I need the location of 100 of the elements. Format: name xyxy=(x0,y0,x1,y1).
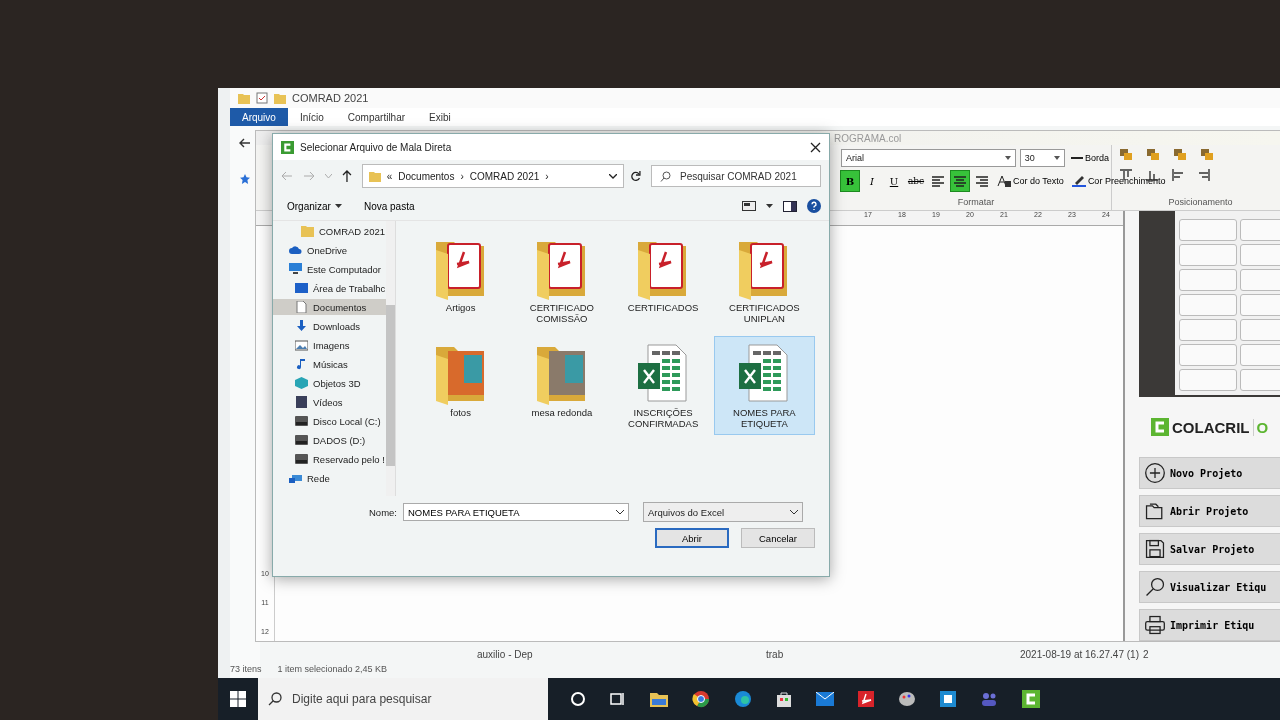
ribbon-tab[interactable]: Compartilhar xyxy=(335,108,418,126)
browser-icon[interactable] xyxy=(734,690,752,708)
group-label: Formatar xyxy=(956,197,996,209)
search-field[interactable]: Digite aqui para pesquisar xyxy=(258,678,548,720)
nav-item[interactable]: Imagens xyxy=(273,337,386,353)
layer-icon[interactable] xyxy=(1120,149,1133,162)
preview-project-button[interactable]: Visualizar Etiqu xyxy=(1139,571,1280,603)
nav-item[interactable]: Disco Local (C:) xyxy=(273,413,386,429)
palette-icon[interactable] xyxy=(898,691,916,707)
align-left-icon[interactable] xyxy=(1172,169,1184,182)
up-arrow-icon[interactable] xyxy=(341,170,352,182)
people-icon[interactable] xyxy=(980,691,998,707)
file-item[interactable]: INSCRIÇÕES CONFIRMADAS xyxy=(612,335,714,435)
ribbon-tab[interactable]: Início xyxy=(287,108,336,126)
nav-item[interactable]: DADOS (D:) xyxy=(273,432,386,448)
circle-icon[interactable] xyxy=(570,691,586,707)
italic-button[interactable]: I xyxy=(863,171,881,192)
windows-logo-icon[interactable] xyxy=(230,691,246,707)
download-icon xyxy=(295,320,308,332)
layer-icon[interactable] xyxy=(1174,149,1187,162)
nav-item[interactable]: Documentos xyxy=(273,299,386,315)
brand-name: COLACRIL xyxy=(1172,418,1250,436)
file-type-dropdown[interactable]: Arquivos do Excel xyxy=(643,502,803,522)
border-button[interactable]: Borda xyxy=(1068,153,1111,164)
align-right-icon[interactable] xyxy=(1198,169,1210,182)
underline-button[interactable]: U xyxy=(885,171,903,192)
name-label: Nome: xyxy=(369,506,397,518)
task-view-icon[interactable] xyxy=(610,691,626,707)
ribbon-tab[interactable]: Arquivo xyxy=(230,108,288,126)
nav-item[interactable]: Área de Trabalhc xyxy=(273,280,386,296)
text-color-button[interactable]: Cor do Texto xyxy=(995,175,1066,188)
nav-item[interactable]: Objetos 3D xyxy=(273,375,386,391)
pen-icon xyxy=(1071,175,1086,188)
drive-icon xyxy=(295,415,308,427)
open-project-button[interactable]: Abrir Projeto xyxy=(1139,495,1280,527)
text-align-icon xyxy=(932,175,944,187)
shopping-bag-icon[interactable] xyxy=(776,691,792,707)
align-center-button[interactable] xyxy=(951,171,969,192)
star-icon[interactable] xyxy=(240,174,250,184)
chevron-down-icon[interactable] xyxy=(609,173,618,179)
nav-item[interactable]: OneDrive xyxy=(273,242,386,258)
nav-item[interactable]: COMRAD 2021 xyxy=(273,223,386,239)
file-item[interactable]: CERTIFICADO COMISSÃO xyxy=(511,231,613,330)
layer-icon[interactable] xyxy=(1201,149,1214,162)
font-size-dropdown[interactable]: 30 xyxy=(1019,149,1065,168)
pdf-icon[interactable] xyxy=(858,691,874,707)
cancel-button[interactable]: Cancelar xyxy=(741,528,815,548)
app-icon[interactable] xyxy=(940,691,956,707)
file-item[interactable]: CERTIFICADOS UNIPLAN xyxy=(713,231,815,330)
open-button[interactable]: Abrir xyxy=(655,528,729,548)
nav-item[interactable]: Vídeos xyxy=(273,394,386,410)
file-item[interactable]: CERTIFICADOS xyxy=(612,231,714,330)
refresh-icon[interactable] xyxy=(630,170,641,182)
browser-icon[interactable] xyxy=(692,690,710,708)
search-field[interactable]: Pesquisar COMRAD 2021 xyxy=(651,165,821,187)
file-item[interactable]: Artigos xyxy=(410,231,512,330)
nav-item[interactable]: Músicas xyxy=(273,356,386,372)
print-project-button[interactable]: Imprimir Etiqu xyxy=(1139,609,1280,641)
nav-item[interactable]: Rede xyxy=(273,470,386,486)
drive-icon xyxy=(295,453,308,465)
nav-item[interactable]: Este Computador xyxy=(273,261,386,277)
nav-item[interactable]: Downloads xyxy=(273,318,386,334)
file-list-cell: 2 xyxy=(1143,649,1149,660)
nav-item[interactable]: Reservado pelo ! xyxy=(273,451,386,467)
save-project-button[interactable]: Salvar Projeto xyxy=(1139,533,1280,565)
fill-color-button[interactable]: Cor Preenchimento xyxy=(1069,175,1168,188)
text-align-icon xyxy=(954,175,966,187)
bold-button[interactable]: B xyxy=(841,171,859,192)
file-item[interactable]: fotos xyxy=(410,335,512,435)
file-item[interactable]: mesa redonda xyxy=(511,335,613,435)
caret-icon xyxy=(334,204,342,208)
computer-icon xyxy=(289,263,302,275)
caret-icon[interactable] xyxy=(766,204,773,208)
preview-pane-icon[interactable] xyxy=(783,200,797,212)
address-bar[interactable]: « Documentos › COMRAD 2021 › xyxy=(361,164,625,188)
strike-button[interactable]: abc xyxy=(907,171,925,192)
brand-tail: O xyxy=(1252,418,1269,436)
new-folder-button[interactable]: Nova pasta xyxy=(357,198,421,214)
back-arrow-icon[interactable] xyxy=(239,138,251,148)
file-name-field[interactable]: NOMES PARA ETIQUETA xyxy=(403,503,629,521)
close-icon[interactable] xyxy=(810,141,821,153)
layer-icon[interactable] xyxy=(1147,149,1160,162)
font-dropdown[interactable]: Arial xyxy=(841,149,1016,168)
chevron-down-icon xyxy=(790,509,798,515)
organize-button[interactable]: Organizar xyxy=(281,198,348,214)
window-title: ROGRAMA.col xyxy=(834,132,902,144)
checklist-icon[interactable] xyxy=(256,92,268,104)
ribbon-tab[interactable]: Exibi xyxy=(417,108,463,126)
caret-icon xyxy=(1053,156,1060,161)
new-project-button[interactable]: Novo Projeto xyxy=(1139,457,1280,489)
file-item[interactable]: NOMES PARA ETIQUETA xyxy=(713,335,815,435)
folder-icon[interactable] xyxy=(650,691,668,707)
chevron-down-icon[interactable] xyxy=(616,510,624,515)
app-logo-icon[interactable] xyxy=(1022,690,1040,708)
mail-icon[interactable] xyxy=(816,692,834,706)
desktop-icon xyxy=(295,282,308,294)
view-icon[interactable] xyxy=(742,201,756,211)
help-icon[interactable] xyxy=(807,199,821,213)
dialog-title: Selecionar Arquivo de Mala Direta xyxy=(300,141,452,153)
scrollbar[interactable] xyxy=(386,221,395,496)
